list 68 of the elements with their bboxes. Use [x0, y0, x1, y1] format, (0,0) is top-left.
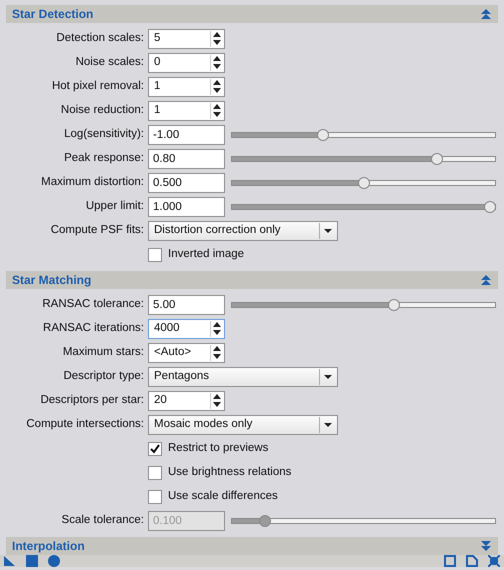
slider[interactable] — [231, 177, 496, 189]
checkbox[interactable] — [148, 466, 162, 480]
checkbox[interactable] — [148, 442, 162, 456]
spin-box[interactable]: 20 — [148, 391, 225, 411]
spin-box[interactable]: 5 — [148, 29, 225, 49]
slider[interactable] — [231, 299, 496, 311]
slider-thumb[interactable] — [388, 299, 400, 311]
spin-box[interactable]: 1 — [148, 77, 225, 97]
slider-thumb[interactable] — [317, 129, 330, 141]
field-label: Maximum stars: — [62, 345, 145, 360]
collapse-arrows-icon[interactable] — [488, 555, 500, 567]
slider[interactable] — [231, 515, 496, 527]
spin-box[interactable]: <Auto> — [148, 343, 225, 363]
checkbox-label: Use brightness relations — [168, 465, 292, 480]
document-icon[interactable] — [466, 555, 478, 567]
checkbox-label: Restrict to previews — [168, 441, 268, 456]
section-title: Star Matching — [12, 272, 92, 289]
field-label: Upper limit: — [84, 199, 145, 214]
section-title: Interpolation — [12, 538, 85, 555]
collapse-icon[interactable] — [480, 8, 492, 20]
field-label: Scale tolerance: — [60, 513, 145, 528]
value-field[interactable]: -1.00 — [148, 125, 225, 145]
field-label: RANSAC iterations: — [42, 321, 145, 336]
spin-box[interactable]: 0 — [148, 53, 225, 73]
value-field[interactable]: 1.000 — [148, 197, 225, 217]
value-field[interactable]: 0.500 — [148, 173, 225, 193]
square-icon[interactable] — [444, 555, 456, 567]
spin-box[interactable]: 1 — [148, 101, 225, 121]
triangle-icon[interactable] — [4, 555, 16, 567]
slider-thumb[interactable] — [358, 177, 370, 189]
checkbox[interactable] — [148, 490, 162, 504]
expand-icon[interactable] — [480, 540, 492, 552]
collapse-icon[interactable] — [480, 274, 492, 286]
circle-icon[interactable] — [48, 555, 60, 567]
slider-thumb[interactable] — [484, 201, 496, 213]
field-label: RANSAC tolerance: — [41, 297, 145, 312]
spin-arrows-icon[interactable] — [210, 102, 224, 120]
section-title: Star Detection — [12, 6, 94, 23]
slider[interactable] — [231, 129, 496, 141]
checkbox-label: Inverted image — [168, 247, 244, 262]
spin-arrows-icon[interactable] — [210, 78, 224, 96]
slider[interactable] — [231, 153, 496, 165]
value-field[interactable]: 5.00 — [148, 295, 225, 315]
field-label: Descriptor type: — [62, 369, 145, 384]
checkbox[interactable] — [148, 248, 162, 262]
dropdown[interactable]: Distortion correction only — [148, 221, 338, 241]
field-label: Noise reduction: — [60, 103, 145, 118]
spin-arrows-icon[interactable] — [210, 30, 224, 48]
field-label: Compute PSF fits: — [50, 223, 145, 238]
field-label: Noise scales: — [74, 55, 145, 70]
spin-box[interactable]: 4000 — [148, 319, 225, 339]
field-label: Log(sensitivity): — [63, 127, 145, 142]
field-label: Maximum distortion: — [40, 175, 145, 190]
dropdown[interactable]: Mosaic modes only — [148, 415, 338, 435]
spin-arrows-icon[interactable] — [210, 344, 224, 362]
spin-arrows-icon[interactable] — [210, 54, 224, 72]
field-label: Compute intersections: — [25, 417, 145, 432]
value-field[interactable]: 0.80 — [148, 149, 225, 169]
slider[interactable] — [231, 201, 496, 213]
slider-thumb[interactable] — [430, 153, 443, 165]
checkbox-label: Use scale differences — [168, 489, 278, 504]
dropdown[interactable]: Pentagons — [148, 367, 338, 387]
field-label: Descriptors per star: — [39, 393, 145, 408]
field-label: Hot pixel removal: — [50, 79, 145, 94]
field-label: Detection scales: — [55, 31, 145, 46]
spin-arrows-icon[interactable] — [210, 392, 224, 410]
spin-arrows-icon[interactable] — [210, 320, 224, 338]
field-label: Peak response: — [63, 151, 145, 166]
